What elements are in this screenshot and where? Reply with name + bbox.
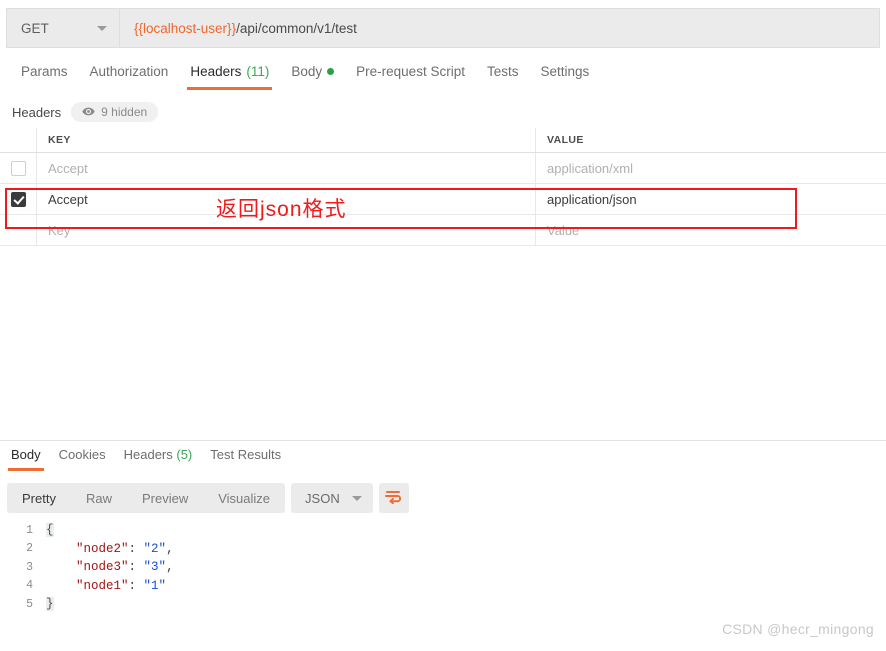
response-tab-body[interactable]: Body [2, 445, 50, 471]
code-line: 5} [0, 595, 886, 614]
code-line-number: 1 [26, 523, 33, 537]
tab-headers-label: Headers [190, 64, 242, 79]
response-tab-test-results[interactable]: Test Results [201, 445, 290, 471]
code-line-text: "node2": "2", [76, 541, 174, 556]
url-variable-token: {{localhost-user}} [134, 20, 237, 36]
header-checkbox-column [0, 128, 37, 152]
response-format-select[interactable]: JSON [291, 483, 373, 513]
tab-settings[interactable]: Settings [529, 60, 600, 90]
code-line-text: "node1": "1" [76, 578, 167, 593]
tab-body-label: Body [291, 64, 323, 79]
response-tab-cookies[interactable]: Cookies [50, 445, 115, 471]
tab-headers-count: (11) [246, 64, 270, 79]
response-format-label: JSON [305, 490, 340, 506]
headers-subheader: Headers 9 hidden [0, 98, 886, 126]
view-mode-raw[interactable]: Raw [71, 483, 127, 513]
row-value-text: application/xml [547, 160, 633, 176]
code-line-text: } [46, 597, 54, 612]
code-line-number: 4 [26, 579, 33, 593]
tab-settings-label: Settings [540, 64, 590, 79]
tab-pre-request-script-label: Pre-request Script [356, 64, 465, 79]
code-line-text: "node3": "3", [76, 560, 174, 575]
panel-divider [0, 440, 886, 441]
view-mode-group: Pretty Raw Preview Visualize [7, 483, 286, 513]
headers-table: KEY VALUE Accept application/xml Accept … [0, 128, 886, 246]
table-row[interactable]: Accept application/xml [0, 153, 886, 184]
response-body-code[interactable]: 1{2 "node2": "2", 3 "node3": "3", 4 "node1… [0, 521, 886, 614]
eye-icon [82, 105, 95, 119]
headers-section-label: Headers [12, 104, 62, 120]
word-wrap-icon [385, 489, 402, 507]
code-line: 2 "node2": "2", [0, 540, 886, 559]
http-method-label: GET [21, 20, 49, 36]
tab-tests[interactable]: Tests [476, 60, 530, 90]
tab-authorization[interactable]: Authorization [79, 60, 180, 90]
tab-params[interactable]: Params [10, 60, 79, 90]
tab-tests-label: Tests [486, 64, 519, 79]
hidden-headers-label: 9 hidden [101, 105, 148, 119]
view-mode-preview-label: Preview [141, 490, 189, 506]
tab-pre-request-script[interactable]: Pre-request Script [345, 60, 476, 90]
annotation-label: 返回json格式 [216, 198, 347, 221]
response-tab-headers-count: (5) [176, 447, 193, 462]
view-mode-preview[interactable]: Preview [127, 483, 203, 513]
new-row-value-input[interactable]: Value [536, 215, 886, 245]
new-row-key-placeholder: Key [48, 222, 71, 238]
response-tab-headers-label: Headers [123, 447, 173, 462]
request-url-bar: GET {{localhost-user}}/api/common/v1/tes… [6, 8, 880, 48]
code-line-number: 2 [26, 542, 33, 556]
row-key-text: Accept [48, 160, 88, 176]
row-value-text: application/json [547, 191, 637, 207]
new-row-value-placeholder: Value [547, 222, 580, 238]
tab-body[interactable]: Body [280, 60, 345, 90]
response-tab-test-results-label: Test Results [210, 447, 282, 462]
response-tab-bar: Body Cookies Headers (5) Test Results [0, 445, 886, 473]
code-line-text: { [46, 523, 54, 538]
request-url-input[interactable]: {{localhost-user}}/api/common/v1/test [119, 8, 880, 48]
response-tab-headers[interactable]: Headers (5) [115, 445, 202, 471]
url-path-text: /api/common/v1/test [236, 20, 357, 36]
response-tab-body-label: Body [11, 447, 41, 462]
hidden-headers-toggle[interactable]: 9 hidden [71, 102, 159, 122]
watermark: CSDN @hecr_mingong [722, 621, 874, 637]
response-viewer-toolbar: Pretty Raw Preview Visualize JSON [7, 483, 409, 513]
row-checkbox-cell [0, 184, 37, 214]
tab-headers[interactable]: Headers (11) [179, 60, 280, 90]
row-checkbox-cell [0, 153, 37, 183]
code-line: 4 "node1": "1" [0, 577, 886, 596]
response-tab-cookies-label: Cookies [58, 447, 106, 462]
row-enable-checkbox[interactable] [10, 160, 26, 176]
view-mode-pretty-label: Pretty [22, 490, 56, 506]
row-key-text: Accept [48, 191, 88, 207]
request-tab-bar: Params Authorization Headers (11) Body P… [0, 60, 886, 93]
table-row[interactable]: Accept application/json [0, 184, 886, 215]
row-key-cell[interactable]: Accept [37, 153, 536, 183]
table-row-new[interactable]: Key Value [0, 215, 886, 246]
word-wrap-button[interactable] [378, 483, 409, 513]
tab-params-label: Params [21, 64, 68, 79]
view-mode-raw-label: Raw [85, 490, 112, 506]
body-modified-dot-icon [327, 68, 335, 75]
tab-authorization-label: Authorization [89, 64, 169, 79]
column-title-value: VALUE [547, 134, 584, 146]
row-value-cell[interactable]: application/xml [536, 153, 886, 183]
code-line-number: 5 [26, 597, 33, 611]
row-value-cell[interactable]: application/json [536, 184, 886, 214]
chevron-down-icon [351, 495, 362, 501]
row-enable-checkbox[interactable] [10, 191, 26, 207]
header-key-column: KEY [37, 128, 536, 152]
chevron-down-icon [97, 25, 107, 31]
view-mode-visualize-label: Visualize [218, 490, 271, 506]
column-title-key: KEY [48, 134, 71, 146]
code-line: 3 "node3": "3", [0, 558, 886, 577]
view-mode-visualize[interactable]: Visualize [203, 483, 285, 513]
header-value-column: VALUE [536, 128, 886, 152]
http-method-select[interactable]: GET [6, 8, 119, 48]
code-line: 1{ [0, 521, 886, 540]
row-checkbox-cell [0, 215, 37, 245]
table-header-row: KEY VALUE [0, 128, 886, 153]
code-line-number: 3 [26, 560, 33, 574]
view-mode-pretty[interactable]: Pretty [7, 483, 71, 513]
